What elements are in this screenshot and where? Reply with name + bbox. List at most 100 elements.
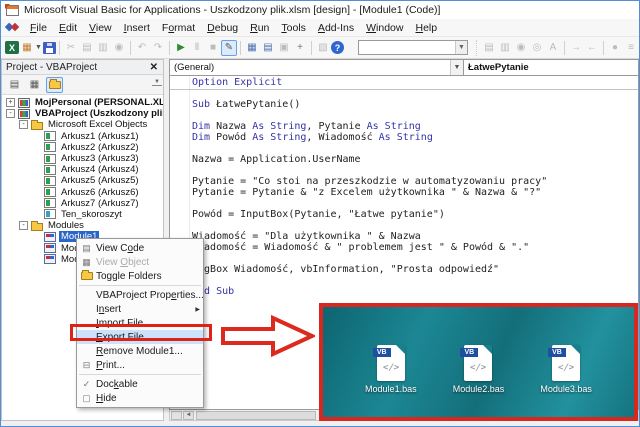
- msforms-icon[interactable]: ▧: [315, 40, 331, 56]
- menu-tools[interactable]: Tools: [275, 20, 312, 36]
- code-line: Powód = InputBox(Pytanie, "Łatwe pytanie…: [192, 209, 445, 220]
- tree-item-modules[interactable]: - Modules: [2, 220, 163, 231]
- tree-item-arkusz3-arkusz3[interactable]: Arkusz3 (Arkusz3): [2, 153, 163, 164]
- submenu-arrow-icon: ▶: [195, 306, 200, 313]
- undo-icon[interactable]: ↶: [134, 40, 150, 56]
- context-menu-view-code[interactable]: ▤ View Code: [77, 241, 203, 255]
- toolbar-combobox[interactable]: ▼: [358, 40, 468, 55]
- procedure-dropdown[interactable]: ŁatwePytanie: [464, 59, 639, 76]
- context-menu-vbaproject-properties[interactable]: VBAProject Properties...: [77, 288, 204, 302]
- close-icon[interactable]: ✕: [147, 62, 161, 73]
- excel-icon[interactable]: X: [5, 41, 19, 54]
- desktop-icon-module3-bas: VB </> Module3.bas: [529, 344, 603, 394]
- context-menu-toggle-folders[interactable]: Toggle Folders: [77, 269, 203, 283]
- breakpoint-icon[interactable]: ●: [607, 40, 623, 56]
- toolbox-icon[interactable]: +: [292, 40, 308, 56]
- tree-expander-icon[interactable]: -: [19, 120, 28, 130]
- menu-item-label: View Code: [96, 242, 145, 254]
- code-line: Wiadomość = "Dla użytkownika " & Nazwa: [192, 231, 421, 242]
- desktop-icon-module2-bas: VB </> Module2.bas: [441, 344, 515, 394]
- window-frame-bottom: [1, 421, 639, 426]
- chevron-down-icon[interactable]: ▼: [450, 60, 463, 75]
- tree-item-microsoft-excel-objects[interactable]: - Microsoft Excel Objects: [2, 119, 163, 130]
- scroll-left-icon[interactable]: ◄: [183, 410, 194, 420]
- tree-item-arkusz6-arkusz6[interactable]: Arkusz6 (Arkusz6): [2, 187, 163, 198]
- comment-block-icon[interactable]: ≡: [623, 40, 639, 56]
- design-mode-icon[interactable]: ✎: [221, 39, 237, 56]
- menu-item-label: Insert: [96, 303, 122, 315]
- menu-view[interactable]: View: [83, 20, 118, 36]
- menu-run[interactable]: Run: [244, 20, 275, 36]
- tree-item-vbaproject-uszkodzony-plik-xlsm[interactable]: - VBAProject (Uszkodzony plik.xlsm): [2, 108, 163, 119]
- tree-item-arkusz7-arkusz7[interactable]: Arkusz7 (Arkusz7): [2, 198, 163, 209]
- menu-help[interactable]: Help: [409, 20, 443, 36]
- toggle-folders-icon[interactable]: [46, 76, 63, 93]
- tree-item-mojpersonal-personal-xlsb[interactable]: + MojPersonal (PERSONAL.XLSB): [2, 97, 163, 108]
- chevron-down-icon[interactable]: ▼: [455, 41, 467, 54]
- context-menu-dockable[interactable]: ✓ Dockable: [77, 377, 203, 391]
- menu-debug[interactable]: Debug: [201, 20, 244, 36]
- toolbar-separator: [240, 40, 241, 55]
- tree-item-arkusz2-arkusz2[interactable]: Arkusz2 (Arkusz2): [2, 142, 163, 153]
- toolbar-overflow-button[interactable]: ▼: [152, 79, 162, 86]
- indent-icon[interactable]: →: [568, 40, 584, 56]
- code-line: Sub ŁatwePytanie(): [192, 99, 301, 110]
- object-dropdown[interactable]: (General) ▼: [169, 59, 464, 76]
- help-icon[interactable]: ?: [331, 41, 344, 54]
- tree-item-arkusz1-arkusz1[interactable]: Arkusz1 (Arkusz1): [2, 131, 163, 142]
- view-object-icon[interactable]: ▦: [26, 77, 43, 93]
- tree-item-arkusz5-arkusz5[interactable]: Arkusz5 (Arkusz5): [2, 175, 163, 186]
- list-properties-icon[interactable]: ▤: [481, 40, 497, 56]
- tree-item-label: Arkusz1 (Arkusz1): [61, 130, 139, 142]
- cut-icon[interactable]: ✂: [63, 40, 79, 56]
- split-handle[interactable]: [171, 410, 182, 420]
- tree-item-ten-skoroszyt[interactable]: Ten_skoroszyt: [2, 209, 163, 220]
- toolbar-separator: [603, 40, 604, 55]
- properties-window-icon[interactable]: ▤: [260, 40, 276, 56]
- tree-item-label: Microsoft Excel Objects: [48, 119, 148, 131]
- module-icon: [44, 254, 56, 265]
- parameter-info-icon[interactable]: ◎: [529, 40, 545, 56]
- complete-word-icon[interactable]: A: [545, 40, 561, 56]
- tree-item-arkusz4-arkusz4[interactable]: Arkusz4 (Arkusz4): [2, 164, 163, 175]
- workbook-icon: [44, 209, 56, 220]
- standard-toolbar: X▦▼✂▤▥◉↶↷▶Ⅱ■✎▦▤▣+▧? ▼ ▤▥◉◎A→←●≡□: [1, 37, 639, 59]
- scrollbar-thumb[interactable]: [196, 410, 316, 420]
- context-menu-print[interactable]: ⊟ Print...: [77, 358, 203, 372]
- tree-expander-icon[interactable]: -: [6, 109, 15, 119]
- project-explorer-icon[interactable]: ▦: [244, 40, 260, 56]
- run-icon[interactable]: ▶: [173, 40, 189, 56]
- save-icon[interactable]: [43, 41, 56, 54]
- context-menu-insert[interactable]: Insert ▶: [77, 302, 203, 316]
- menu-file[interactable]: File: [24, 20, 53, 36]
- context-menu-view-object[interactable]: ▦ View Object: [77, 255, 203, 269]
- menu-format[interactable]: Format: [156, 20, 201, 36]
- list-constants-icon[interactable]: ▥: [497, 40, 513, 56]
- menu-insert[interactable]: Insert: [118, 20, 156, 36]
- menu-edit[interactable]: Edit: [53, 20, 83, 36]
- object-browser-icon[interactable]: ▣: [276, 40, 292, 56]
- chevron-down-icon[interactable]: ▼: [35, 44, 43, 51]
- context-menu-remove-module1[interactable]: Remove Module1...: [77, 344, 203, 358]
- menu-add-ins[interactable]: Add-Ins: [312, 20, 360, 36]
- insert-userform-dropdown[interactable]: ▦: [19, 40, 35, 56]
- quick-info-icon[interactable]: ◉: [513, 40, 529, 56]
- vba-editor-window: Microsoft Visual Basic for Applications …: [0, 0, 640, 427]
- view-code-icon[interactable]: ▤: [6, 77, 23, 93]
- find-icon[interactable]: ◉: [111, 40, 127, 56]
- reset-icon[interactable]: ■: [205, 40, 221, 56]
- procedure-dropdown-value: ŁatwePytanie: [468, 62, 529, 73]
- context-menu-hide[interactable]: ▢ Hide: [77, 391, 203, 405]
- code-glyph-icon: </>: [469, 362, 488, 373]
- redo-icon[interactable]: ↷: [150, 40, 166, 56]
- menu-item-label: Dockable: [96, 378, 138, 390]
- tree-expander-icon[interactable]: -: [19, 221, 28, 231]
- paste-icon[interactable]: ▥: [95, 40, 111, 56]
- copy-icon[interactable]: ▤: [79, 40, 95, 56]
- outdent-icon[interactable]: ←: [584, 40, 600, 56]
- menu-window[interactable]: Window: [360, 20, 409, 36]
- title-bar: Microsoft Visual Basic for Applications …: [1, 1, 639, 19]
- tree-expander-icon[interactable]: +: [6, 98, 15, 108]
- break-icon[interactable]: Ⅱ: [189, 40, 205, 56]
